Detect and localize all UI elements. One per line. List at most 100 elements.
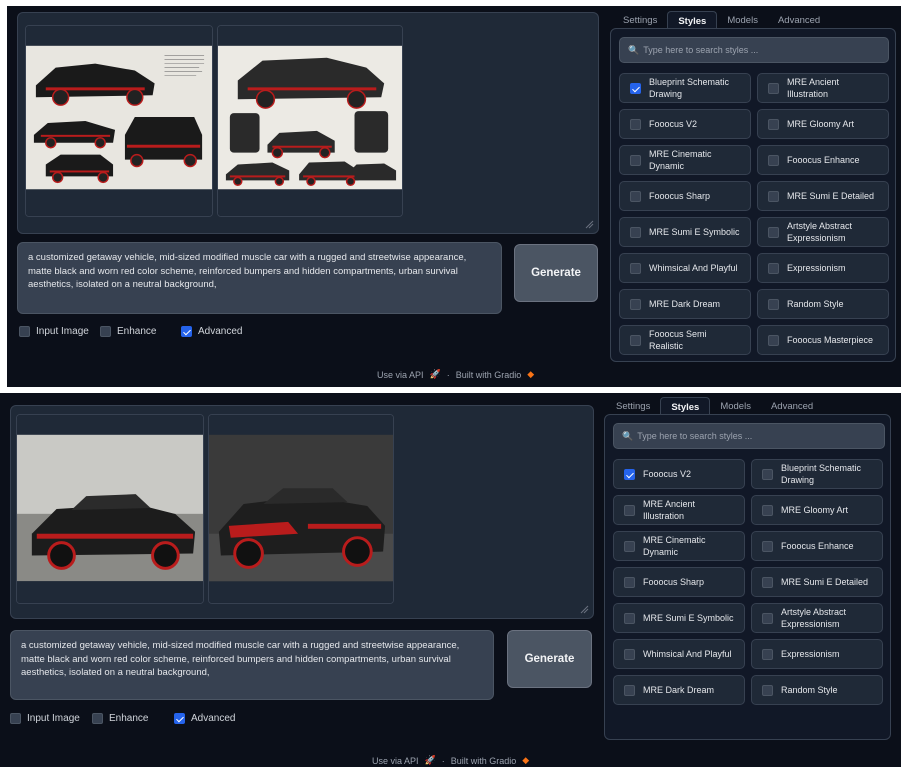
checkbox-box[interactable] bbox=[100, 326, 111, 337]
style-option-mre-gloomy-art[interactable]: MRE Gloomy Art bbox=[757, 109, 889, 139]
car-photo-image bbox=[209, 415, 393, 603]
style-checkbox[interactable] bbox=[624, 684, 635, 696]
style-option-fooocus-v2[interactable]: Fooocus V2 bbox=[619, 109, 751, 139]
style-option-mre-sumi-e-symbolic[interactable]: MRE Sumi E Symbolic bbox=[619, 217, 751, 247]
style-checkbox[interactable] bbox=[762, 648, 773, 660]
checkbox-box[interactable] bbox=[174, 713, 185, 724]
enhance-checkbox[interactable]: Enhance bbox=[92, 713, 148, 724]
style-checkbox[interactable] bbox=[630, 154, 641, 166]
image-gallery bbox=[17, 12, 599, 234]
style-checkbox[interactable] bbox=[762, 504, 773, 516]
style-checkbox[interactable] bbox=[762, 540, 773, 552]
style-option-random-style[interactable]: Random Style bbox=[757, 289, 889, 319]
style-checkbox[interactable] bbox=[630, 262, 641, 274]
generate-button[interactable]: Generate bbox=[507, 630, 592, 688]
style-search-input[interactable]: 🔍 Type here to search styles ... bbox=[613, 423, 885, 449]
style-checkbox[interactable] bbox=[624, 504, 635, 516]
style-checkbox[interactable] bbox=[630, 334, 641, 346]
style-option-whimsical-and-playful[interactable]: Whimsical And Playful bbox=[613, 639, 745, 669]
style-option-mre-ancient-illustration[interactable]: MRE Ancient Illustration bbox=[613, 495, 745, 525]
style-option-mre-dark-dream[interactable]: MRE Dark Dream bbox=[619, 289, 751, 319]
use-via-api-link[interactable]: Use via API bbox=[377, 370, 424, 380]
style-checkbox[interactable] bbox=[762, 612, 773, 624]
style-option-mre-cinematic-dynamic[interactable]: MRE Cinematic Dynamic bbox=[619, 145, 751, 175]
style-option-fooocus-masterpiece[interactable]: Fooocus Masterpiece bbox=[757, 325, 889, 355]
style-option-fooocus-enhance[interactable]: Fooocus Enhance bbox=[751, 531, 883, 561]
style-checkbox[interactable] bbox=[624, 576, 635, 588]
style-checkbox[interactable] bbox=[768, 298, 779, 310]
style-checkbox[interactable] bbox=[768, 262, 779, 274]
checkbox-label: Advanced bbox=[198, 326, 243, 337]
style-checkbox[interactable] bbox=[768, 154, 779, 166]
checkbox-box[interactable] bbox=[19, 326, 30, 337]
style-checkbox[interactable] bbox=[624, 612, 635, 624]
checkbox-box[interactable] bbox=[10, 713, 21, 724]
style-checkbox[interactable] bbox=[624, 540, 635, 552]
resize-handle-icon[interactable] bbox=[579, 604, 589, 614]
style-checkbox[interactable] bbox=[630, 118, 641, 130]
style-option-mre-dark-dream[interactable]: MRE Dark Dream bbox=[613, 675, 745, 705]
style-option-mre-ancient-illustration[interactable]: MRE Ancient Illustration bbox=[757, 73, 889, 103]
style-option-expressionism[interactable]: Expressionism bbox=[757, 253, 889, 283]
style-option-label: Artstyle Abstract Expressionism bbox=[787, 221, 853, 243]
prompt-textarea[interactable]: a customized getaway vehicle, mid-sized … bbox=[17, 242, 502, 314]
checkbox-label: Enhance bbox=[117, 326, 157, 337]
style-search-input[interactable]: 🔍 Type here to search styles ... bbox=[619, 37, 889, 63]
style-option-fooocus-semi-realistic[interactable]: Fooocus Semi Realistic bbox=[619, 325, 751, 355]
style-checkbox[interactable] bbox=[762, 468, 773, 480]
checkbox-box[interactable] bbox=[181, 326, 192, 337]
built-with-gradio-link[interactable]: Built with Gradio bbox=[451, 756, 517, 766]
style-checkbox[interactable] bbox=[624, 648, 635, 660]
style-option-label: MRE Sumi E Symbolic bbox=[649, 227, 740, 237]
style-checkbox[interactable] bbox=[768, 334, 779, 346]
style-checkbox[interactable] bbox=[630, 226, 641, 238]
style-option-mre-sumi-e-detailed[interactable]: MRE Sumi E Detailed bbox=[757, 181, 889, 211]
enhance-checkbox[interactable]: Enhance bbox=[100, 326, 156, 337]
input-image-checkbox[interactable]: Input Image bbox=[10, 713, 80, 724]
style-checkbox[interactable] bbox=[768, 82, 779, 94]
style-option-blueprint-schematic-drawing[interactable]: Blueprint Schematic Drawing bbox=[619, 73, 751, 103]
style-checkbox[interactable] bbox=[630, 190, 641, 202]
advanced-checkbox[interactable]: Advanced bbox=[174, 713, 235, 724]
gallery-thumbnail[interactable] bbox=[208, 414, 394, 604]
generate-button[interactable]: Generate bbox=[514, 244, 598, 302]
style-option-mre-sumi-e-detailed[interactable]: MRE Sumi E Detailed bbox=[751, 567, 883, 597]
style-option-mre-gloomy-art[interactable]: MRE Gloomy Art bbox=[751, 495, 883, 525]
style-option-whimsical-and-playful[interactable]: Whimsical And Playful bbox=[619, 253, 751, 283]
style-option-label: Fooocus Semi Realistic bbox=[649, 329, 707, 351]
styles-panel: 🔍 Type here to search styles ... Bluepri… bbox=[610, 28, 896, 362]
style-option-artstyle-abstract-expressionism[interactable]: Artstyle Abstract Expressionism bbox=[751, 603, 883, 633]
style-checkbox[interactable] bbox=[768, 226, 779, 238]
gallery-thumbnail[interactable] bbox=[217, 25, 403, 217]
checkbox-box[interactable] bbox=[92, 713, 103, 724]
style-option-blueprint-schematic-drawing[interactable]: Blueprint Schematic Drawing bbox=[751, 459, 883, 489]
advanced-checkbox[interactable]: Advanced bbox=[181, 326, 242, 337]
style-checkbox[interactable] bbox=[630, 82, 641, 94]
use-via-api-link[interactable]: Use via API bbox=[372, 756, 419, 766]
style-option-fooocus-v2[interactable]: Fooocus V2 bbox=[613, 459, 745, 489]
gradio-logo-icon: ◆ bbox=[522, 755, 530, 765]
style-option-artstyle-abstract-expressionism[interactable]: Artstyle Abstract Expressionism bbox=[757, 217, 889, 247]
style-option-fooocus-enhance[interactable]: Fooocus Enhance bbox=[757, 145, 889, 175]
style-checkbox[interactable] bbox=[624, 468, 635, 480]
blueprint-image bbox=[218, 26, 402, 216]
style-checkbox[interactable] bbox=[768, 190, 779, 202]
gallery-thumbnail[interactable] bbox=[16, 414, 204, 604]
prompt-textarea[interactable]: a customized getaway vehicle, mid-sized … bbox=[10, 630, 494, 700]
gallery-thumbnail[interactable] bbox=[25, 25, 213, 217]
built-with-gradio-link[interactable]: Built with Gradio bbox=[456, 370, 522, 380]
style-option-mre-sumi-e-symbolic[interactable]: MRE Sumi E Symbolic bbox=[613, 603, 745, 633]
style-option-expressionism[interactable]: Expressionism bbox=[751, 639, 883, 669]
style-option-fooocus-sharp[interactable]: Fooocus Sharp bbox=[613, 567, 745, 597]
input-image-checkbox[interactable]: Input Image bbox=[19, 326, 89, 337]
resize-handle-icon[interactable] bbox=[584, 219, 594, 229]
style-option-label: Fooocus Enhance bbox=[787, 155, 860, 165]
style-option-fooocus-sharp[interactable]: Fooocus Sharp bbox=[619, 181, 751, 211]
style-option-mre-cinematic-dynamic[interactable]: MRE Cinematic Dynamic bbox=[613, 531, 745, 561]
style-checkbox[interactable] bbox=[768, 118, 779, 130]
style-checkbox[interactable] bbox=[762, 684, 773, 696]
style-checkbox[interactable] bbox=[762, 576, 773, 588]
style-checkbox[interactable] bbox=[630, 298, 641, 310]
car-photo-image bbox=[17, 415, 203, 603]
style-option-random-style[interactable]: Random Style bbox=[751, 675, 883, 705]
